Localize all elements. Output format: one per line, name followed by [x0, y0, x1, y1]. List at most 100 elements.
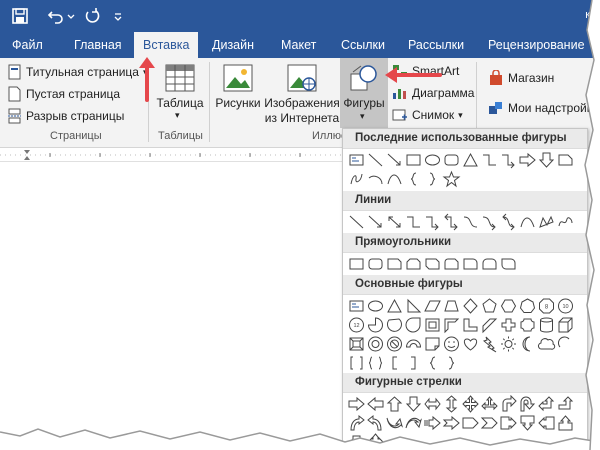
curve-shape-icon[interactable]	[518, 213, 537, 231]
oval-shape-icon[interactable]	[423, 151, 442, 169]
striped-right-arrow-shape-icon[interactable]	[423, 414, 442, 432]
down-arrow-callout-shape-icon[interactable]	[518, 414, 537, 432]
can-shape-icon[interactable]	[537, 316, 556, 334]
elbow-arrow-shape-icon[interactable]	[499, 151, 518, 169]
frame-shape-icon[interactable]	[423, 316, 442, 334]
rectangle-shape-icon[interactable]	[404, 151, 423, 169]
heptagon-shape-icon[interactable]	[518, 297, 537, 315]
dodecagon-shape-icon[interactable]: 12	[347, 316, 366, 334]
double-brace-shape-icon[interactable]	[366, 354, 385, 372]
undo-dropdown-icon[interactable]	[66, 6, 76, 26]
tab-mailings[interactable]: Рассылки	[408, 38, 464, 52]
half-frame-shape-icon[interactable]	[442, 316, 461, 334]
undo-icon[interactable]	[46, 6, 66, 26]
round-single-corner-shape-icon[interactable]	[461, 255, 480, 273]
folded-corner-shape-icon[interactable]	[423, 335, 442, 353]
block-arc-shape-icon[interactable]	[404, 335, 423, 353]
up-arrow-callout-shape-icon[interactable]	[556, 414, 575, 432]
cube-shape-icon[interactable]	[556, 316, 575, 334]
curve-shape-icon[interactable]	[385, 170, 404, 188]
sun-shape-icon[interactable]	[499, 335, 518, 353]
curved-double-arrow-shape-icon[interactable]	[499, 213, 518, 231]
snip-round-shape-icon[interactable]	[442, 255, 461, 273]
diamond-shape-icon[interactable]	[461, 297, 480, 315]
double-arrow-line-shape-icon[interactable]	[385, 213, 404, 231]
moon-shape-icon[interactable]	[518, 335, 537, 353]
arrow-line-shape-icon[interactable]	[385, 151, 404, 169]
right-brace-shape-icon[interactable]	[442, 354, 461, 372]
cloud-shape-icon[interactable]	[537, 335, 556, 353]
online-pictures-button[interactable]: Изображения из Интернета	[264, 58, 340, 128]
smiley-face-shape-icon[interactable]	[442, 335, 461, 353]
double-bracket-shape-icon[interactable]	[347, 354, 366, 372]
elbow-arrow-shape-icon[interactable]	[423, 213, 442, 231]
page-break-button[interactable]: Разрыв страницы	[8, 108, 124, 124]
curved-connector-shape-icon[interactable]	[461, 213, 480, 231]
tab-layout[interactable]: Макет	[281, 38, 316, 52]
oval-shape-icon[interactable]	[366, 297, 385, 315]
donut-shape-icon[interactable]	[366, 335, 385, 353]
blank-page-button[interactable]: Пустая страница	[8, 86, 120, 102]
round-diagonal-shape-icon[interactable]	[499, 255, 518, 273]
star-shape-icon[interactable]	[442, 170, 461, 188]
left-right-up-arrow-shape-icon[interactable]	[480, 395, 499, 413]
freeform-shape-icon[interactable]	[347, 170, 366, 188]
curved-down-arrow-shape-icon[interactable]	[404, 414, 423, 432]
diagonal-stripe-shape-icon[interactable]	[480, 316, 499, 334]
snip-single-corner-shape-icon[interactable]	[385, 255, 404, 273]
elbow-connector-shape-icon[interactable]	[404, 213, 423, 231]
tab-insert[interactable]: Вставка	[134, 32, 199, 58]
l-shape-icon[interactable]	[461, 316, 480, 334]
snip-diagonal-shape-icon[interactable]	[423, 255, 442, 273]
rounded-rectangle-shape-icon[interactable]	[442, 151, 461, 169]
rectangle-shape-icon[interactable]	[347, 255, 366, 273]
quad-arrow-callout-shape-icon[interactable]	[366, 433, 385, 449]
text-box-shape-icon[interactable]	[347, 151, 366, 169]
right-arrow-callout-shape-icon[interactable]	[499, 414, 518, 432]
right-bracket-shape-icon[interactable]	[404, 354, 423, 372]
chart-button[interactable]: Диаграмма	[392, 86, 474, 100]
screenshot-button[interactable]: Снимок ▾	[392, 108, 463, 122]
save-icon[interactable]	[10, 6, 30, 26]
right-arrow-shape-icon[interactable]	[518, 151, 537, 169]
teardrop-shape-icon[interactable]	[404, 316, 423, 334]
horizontal-ruler[interactable]	[0, 148, 345, 162]
triangle-shape-icon[interactable]	[461, 151, 480, 169]
down-arrow-shape-icon[interactable]	[404, 395, 423, 413]
elbow-connector-shape-icon[interactable]	[480, 151, 499, 169]
left-brace-shape-icon[interactable]	[404, 170, 423, 188]
shapes-button[interactable]: Фигуры ▾	[340, 58, 388, 128]
decagon-shape-icon[interactable]: 10	[556, 297, 575, 315]
down-arrow-shape-icon[interactable]	[537, 151, 556, 169]
left-brace-shape-icon[interactable]	[423, 354, 442, 372]
tab-design[interactable]: Дизайн	[212, 38, 254, 52]
cross-shape-icon[interactable]	[499, 316, 518, 334]
elbow-double-arrow-shape-icon[interactable]	[442, 213, 461, 231]
tab-references[interactable]: Ссылки	[341, 38, 385, 52]
round-same-side-shape-icon[interactable]	[480, 255, 499, 273]
bent-arrow-shape-icon[interactable]	[499, 395, 518, 413]
cover-page-button[interactable]: Титульная страница ▾	[8, 64, 148, 80]
pie-shape-icon[interactable]	[366, 316, 385, 334]
left-right-arrow-callout-shape-icon[interactable]	[347, 433, 366, 449]
customize-toolbar-icon[interactable]	[112, 6, 124, 26]
heart-shape-icon[interactable]	[461, 335, 480, 353]
arrow-line-shape-icon[interactable]	[366, 213, 385, 231]
rounded-rectangle-shape-icon[interactable]	[366, 255, 385, 273]
curved-up-arrow-shape-icon[interactable]	[385, 414, 404, 432]
u-turn-arrow-shape-icon[interactable]	[518, 395, 537, 413]
smartart-button[interactable]: SmartArt	[392, 64, 459, 78]
tab-file[interactable]: Файл	[12, 38, 43, 52]
right-brace-shape-icon[interactable]	[423, 170, 442, 188]
arc-shape-icon[interactable]	[366, 170, 385, 188]
notched-right-arrow-shape-icon[interactable]	[442, 414, 461, 432]
line-shape-icon[interactable]	[347, 213, 366, 231]
hexagon-shape-icon[interactable]	[499, 297, 518, 315]
table-button[interactable]: Таблица ▾	[155, 58, 205, 124]
right-triangle-shape-icon[interactable]	[404, 297, 423, 315]
quad-arrow-shape-icon[interactable]	[461, 395, 480, 413]
store-button[interactable]: Магазин	[488, 70, 554, 86]
parallelogram-shape-icon[interactable]	[423, 297, 442, 315]
left-right-arrow-shape-icon[interactable]	[423, 395, 442, 413]
curved-right-arrow-shape-icon[interactable]	[347, 414, 366, 432]
